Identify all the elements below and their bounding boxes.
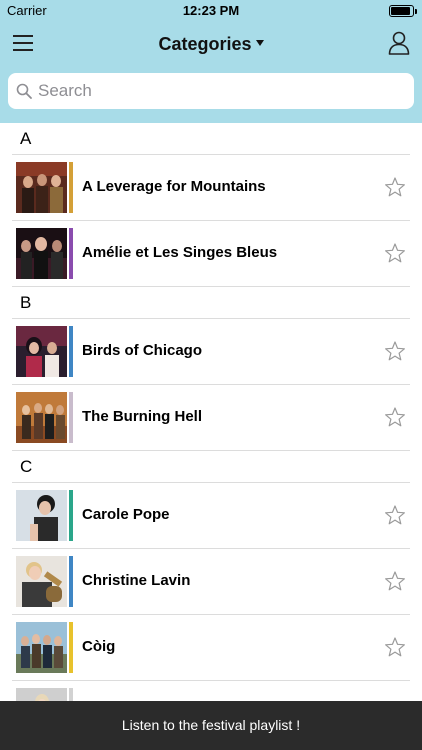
caret-down-icon [255,40,264,47]
section-header-c: C [12,451,410,483]
star-outline-icon[interactable] [384,636,406,658]
artist-thumbnail [16,162,67,213]
list-item[interactable]: Carole Pope [12,483,410,549]
navigation-bar: Categories [0,22,422,66]
artist-name: Birds of Chicago [82,342,203,359]
list-item[interactable]: Christine Lavin [12,549,410,615]
category-color-bar [69,326,73,377]
artist-name: Amélie et Les Singes Bleus [82,244,278,261]
search-icon [16,83,32,99]
categories-dropdown[interactable]: Categories [158,34,264,55]
artist-thumbnail [16,556,67,607]
artist-thumbnail [16,228,67,279]
star-outline-icon[interactable] [384,340,406,362]
star-outline-icon[interactable] [384,242,406,264]
battery-level [391,7,410,15]
star-outline-icon[interactable] [384,570,406,592]
list-item[interactable]: Amélie et Les Singes Bleus [12,221,410,287]
page-title: Categories [0,34,422,55]
search-area [0,66,422,123]
artist-name: A Leverage for Mountains [82,178,266,195]
artist-thumbnail [16,622,67,673]
list-item[interactable]: A Leverage for Mountains [12,155,410,221]
artist-thumbnail [16,490,67,541]
search-box[interactable] [8,73,414,109]
list-item[interactable]: The Burning Hell [12,385,410,451]
artist-list[interactable]: A A Leverage for Mountains Amélie et Les… [0,123,422,701]
category-color-bar [69,228,73,279]
playlist-button[interactable]: Listen to the festival playlist ! [0,701,422,750]
category-color-bar [69,392,73,443]
category-color-bar [69,490,73,541]
artist-thumbnail [16,688,67,701]
artist-name: Christine Lavin [82,572,191,589]
status-bar: Carrier 12:23 PM [0,0,422,22]
category-color-bar [69,688,73,701]
star-outline-icon[interactable] [384,176,406,198]
category-color-bar [69,162,73,213]
status-time: 12:23 PM [182,3,240,18]
category-color-bar [69,556,73,607]
search-input[interactable] [38,73,408,109]
artist-thumbnail [16,392,67,443]
star-outline-icon[interactable] [384,406,406,428]
battery-icon [389,5,417,17]
section-header-b: B [12,287,410,319]
section-header-a: A [12,123,410,155]
user-profile-icon[interactable] [388,31,410,55]
list-item[interactable]: Còig [12,615,410,681]
category-color-bar [69,622,73,673]
artist-name: Còig [82,638,116,655]
page-title-label: Categories [158,34,252,54]
list-item[interactable]: Birds of Chicago [12,319,410,385]
star-outline-icon[interactable] [384,504,406,526]
artist-name: Carole Pope [82,506,170,523]
artist-name: The Burning Hell [82,408,202,425]
artist-thumbnail [16,326,67,377]
list-item-partial[interactable] [12,681,410,701]
